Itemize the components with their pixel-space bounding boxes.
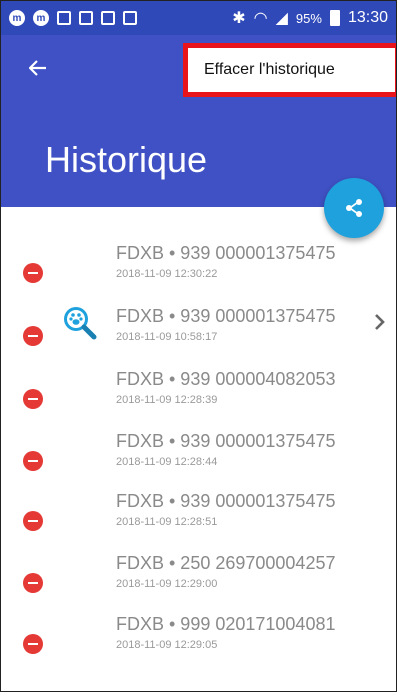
delete-icon[interactable] <box>23 634 43 654</box>
status-bar: m m ✱ ◠ ◢ 95% 13:30 <box>1 1 396 35</box>
item-title: FDXB • 999 020171004081 <box>116 614 336 634</box>
back-button[interactable] <box>28 53 47 81</box>
screenshot-icon <box>79 11 93 25</box>
delete-icon[interactable] <box>23 389 43 409</box>
arrow-left-icon <box>28 60 46 76</box>
item-title: FDXB • 939 000001375475 <box>116 306 336 326</box>
pet-search-icon[interactable] <box>61 304 97 340</box>
overflow-menu: Effacer l'historique <box>183 43 396 97</box>
battery-percent: 95% <box>295 10 322 26</box>
clear-history-menu-item[interactable]: Effacer l'historique <box>204 61 335 79</box>
item-title: FDXB • 939 000004082053 <box>116 369 336 389</box>
delete-icon[interactable] <box>23 326 43 346</box>
item-date: 2018-11-09 10:58:17 <box>116 331 218 343</box>
list-item[interactable]: FDXB • 999 020171004081 2018-11-09 12:29… <box>1 614 396 674</box>
list-item[interactable]: FDXB • 939 000004082053 2018-11-09 12:28… <box>1 369 396 429</box>
item-date: 2018-11-09 12:28:51 <box>116 516 218 528</box>
item-date: 2018-11-09 12:29:05 <box>116 639 218 651</box>
video-icon <box>101 11 115 25</box>
battery-icon <box>329 10 340 26</box>
list-item[interactable]: FDXB • 939 000001375475 2018-11-09 12:30… <box>1 243 396 303</box>
bluetooth-icon: ✱ <box>232 10 246 27</box>
clock: 13:30 <box>347 9 388 26</box>
page-title: Historique <box>45 139 208 180</box>
wifi-icon: ◠ <box>253 10 268 27</box>
list-item[interactable]: FDXB • 939 000001375475 2018-11-09 12:28… <box>1 431 396 491</box>
system-icons: ✱ ◠ ◢ 95% 13:30 <box>232 8 388 28</box>
list-item[interactable]: FDXB • 250 269700004257 2018-11-09 12:29… <box>1 553 396 613</box>
app-m-icon: m <box>9 10 25 26</box>
item-date: 2018-11-09 12:29:00 <box>116 578 218 590</box>
signal-icon: ◢ <box>275 10 288 27</box>
item-date: 2018-11-09 12:28:39 <box>116 394 218 406</box>
video-icon <box>57 11 71 25</box>
delete-icon[interactable] <box>23 511 43 531</box>
delete-icon[interactable] <box>23 451 43 471</box>
app-m-icon: m <box>33 10 49 26</box>
item-title: FDXB • 939 000001375475 <box>116 431 336 451</box>
notification-icons: m m <box>9 10 137 26</box>
history-list: FDXB • 939 000001375475 2018-11-09 12:30… <box>1 207 396 691</box>
delete-icon[interactable] <box>23 573 43 593</box>
share-icon <box>346 199 362 217</box>
item-date: 2018-11-09 12:28:44 <box>116 456 218 468</box>
list-item[interactable]: FDXB • 939 000001375475 2018-11-09 12:28… <box>1 491 396 551</box>
chevron-right-icon[interactable] <box>371 312 387 332</box>
app-icon <box>123 11 137 25</box>
screen: m m ✱ ◠ ◢ 95% 13:30 Effacer l'historique… <box>0 0 397 692</box>
delete-icon[interactable] <box>23 263 43 283</box>
item-title: FDXB • 250 269700004257 <box>116 553 336 573</box>
item-title: FDXB • 939 000001375475 <box>116 243 336 263</box>
list-item[interactable]: FDXB • 939 000001375475 2018-11-09 10:58… <box>1 306 396 366</box>
share-button[interactable] <box>324 178 384 238</box>
app-bar: Effacer l'historique Historique <box>1 35 396 207</box>
item-date: 2018-11-09 12:30:22 <box>116 268 218 280</box>
item-title: FDXB • 939 000001375475 <box>116 491 336 511</box>
